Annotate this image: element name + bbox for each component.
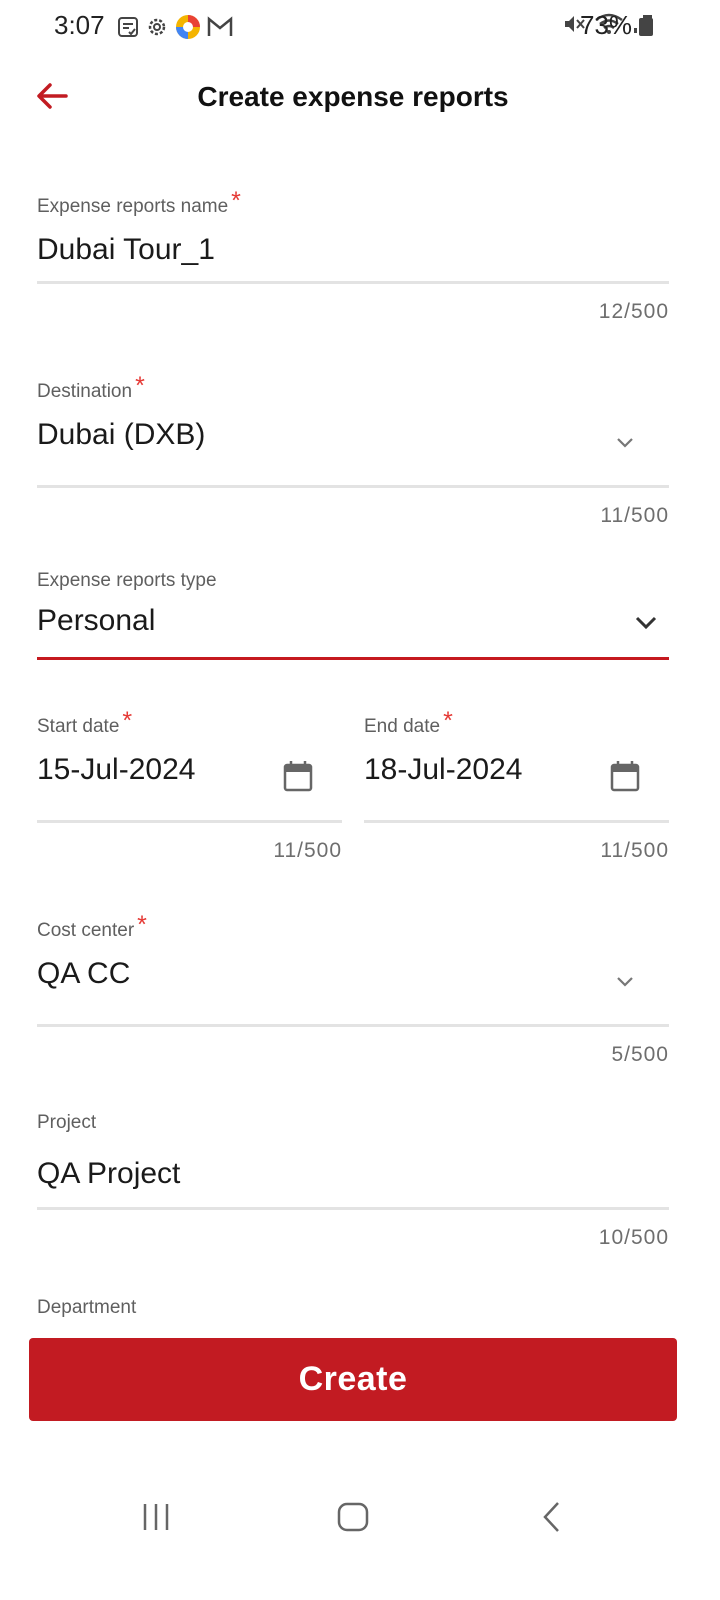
report-type-underline [37,657,669,660]
project-label: Project [37,1112,97,1133]
chevron-down-icon[interactable] [615,974,635,988]
cost-center-field[interactable]: Cost center * QA CC 5/500 [37,904,669,1074]
required-mark: * [122,707,133,735]
status-left-icons [117,14,233,40]
report-name-underline [37,281,669,284]
calendar-icon[interactable] [610,760,640,792]
chevron-down-icon[interactable] [615,435,635,449]
end-date-counter: 11/500 [600,839,669,862]
recent-apps-icon[interactable] [140,1500,172,1534]
start-date-underline [37,820,342,823]
report-type-field[interactable]: Expense reports type Personal [37,560,669,665]
app-icon [176,15,200,39]
cost-center-label: Cost center * [37,911,147,941]
start-date-input[interactable]: 15-Jul-2024 [37,753,195,787]
destination-counter: 11/500 [600,504,669,527]
chevron-down-icon[interactable] [633,614,659,632]
report-type-select[interactable]: Personal [37,604,155,638]
system-nav-bar [0,1480,720,1570]
start-date-label: Start date * [37,707,133,737]
project-counter: 10/500 [598,1226,669,1249]
project-field[interactable]: Project QA Project 10/500 [37,1102,669,1262]
department-field[interactable]: Department [37,1287,669,1327]
end-date-underline [364,820,669,823]
required-mark: * [135,372,145,400]
battery-percent: 73% [580,10,633,40]
status-time: 3:07 [54,10,105,40]
end-date-field[interactable]: End date * 18-Jul-2024 11/500 [364,700,669,870]
cost-center-counter: 5/500 [611,1043,669,1066]
start-date-field[interactable]: Start date * 15-Jul-2024 11/500 [37,700,342,870]
project-underline [37,1207,669,1210]
back-icon[interactable] [538,1500,566,1534]
destination-field[interactable]: Destination * Dubai (DXB) 11/500 [37,365,669,527]
create-button[interactable]: Create [29,1338,677,1421]
settings-icon [148,18,166,36]
required-mark: * [231,187,241,215]
end-date-input[interactable]: 18-Jul-2024 [364,753,522,787]
calendar-icon[interactable] [283,760,313,792]
report-type-label: Expense reports type [37,570,217,591]
required-mark: * [443,707,453,735]
end-date-label: End date * [364,707,453,737]
destination-input[interactable]: Dubai (DXB) [37,418,205,452]
gmail-icon [207,16,233,36]
destination-underline [37,485,669,488]
report-name-input[interactable]: Dubai Tour_1 [37,233,215,267]
status-bar: 3:07 73% [0,0,720,52]
department-label: Department [37,1297,137,1318]
destination-label: Destination * [37,372,145,402]
page-title: Create expense reports [197,81,509,112]
start-date-counter: 11/500 [273,839,342,862]
home-icon[interactable] [336,1500,370,1534]
report-name-label: Expense reports name * [37,187,241,217]
report-name-counter: 12/500 [598,300,669,323]
cost-center-underline [37,1024,669,1027]
notes-icon [118,17,138,37]
required-mark: * [137,911,147,939]
project-input[interactable]: QA Project [37,1157,180,1191]
report-name-field[interactable]: Expense reports name * Dubai Tour_1 12/50… [37,180,669,323]
battery-icon [639,15,653,36]
cost-center-input[interactable]: QA CC [37,957,130,991]
app-bar: Create expense reports [0,60,720,136]
